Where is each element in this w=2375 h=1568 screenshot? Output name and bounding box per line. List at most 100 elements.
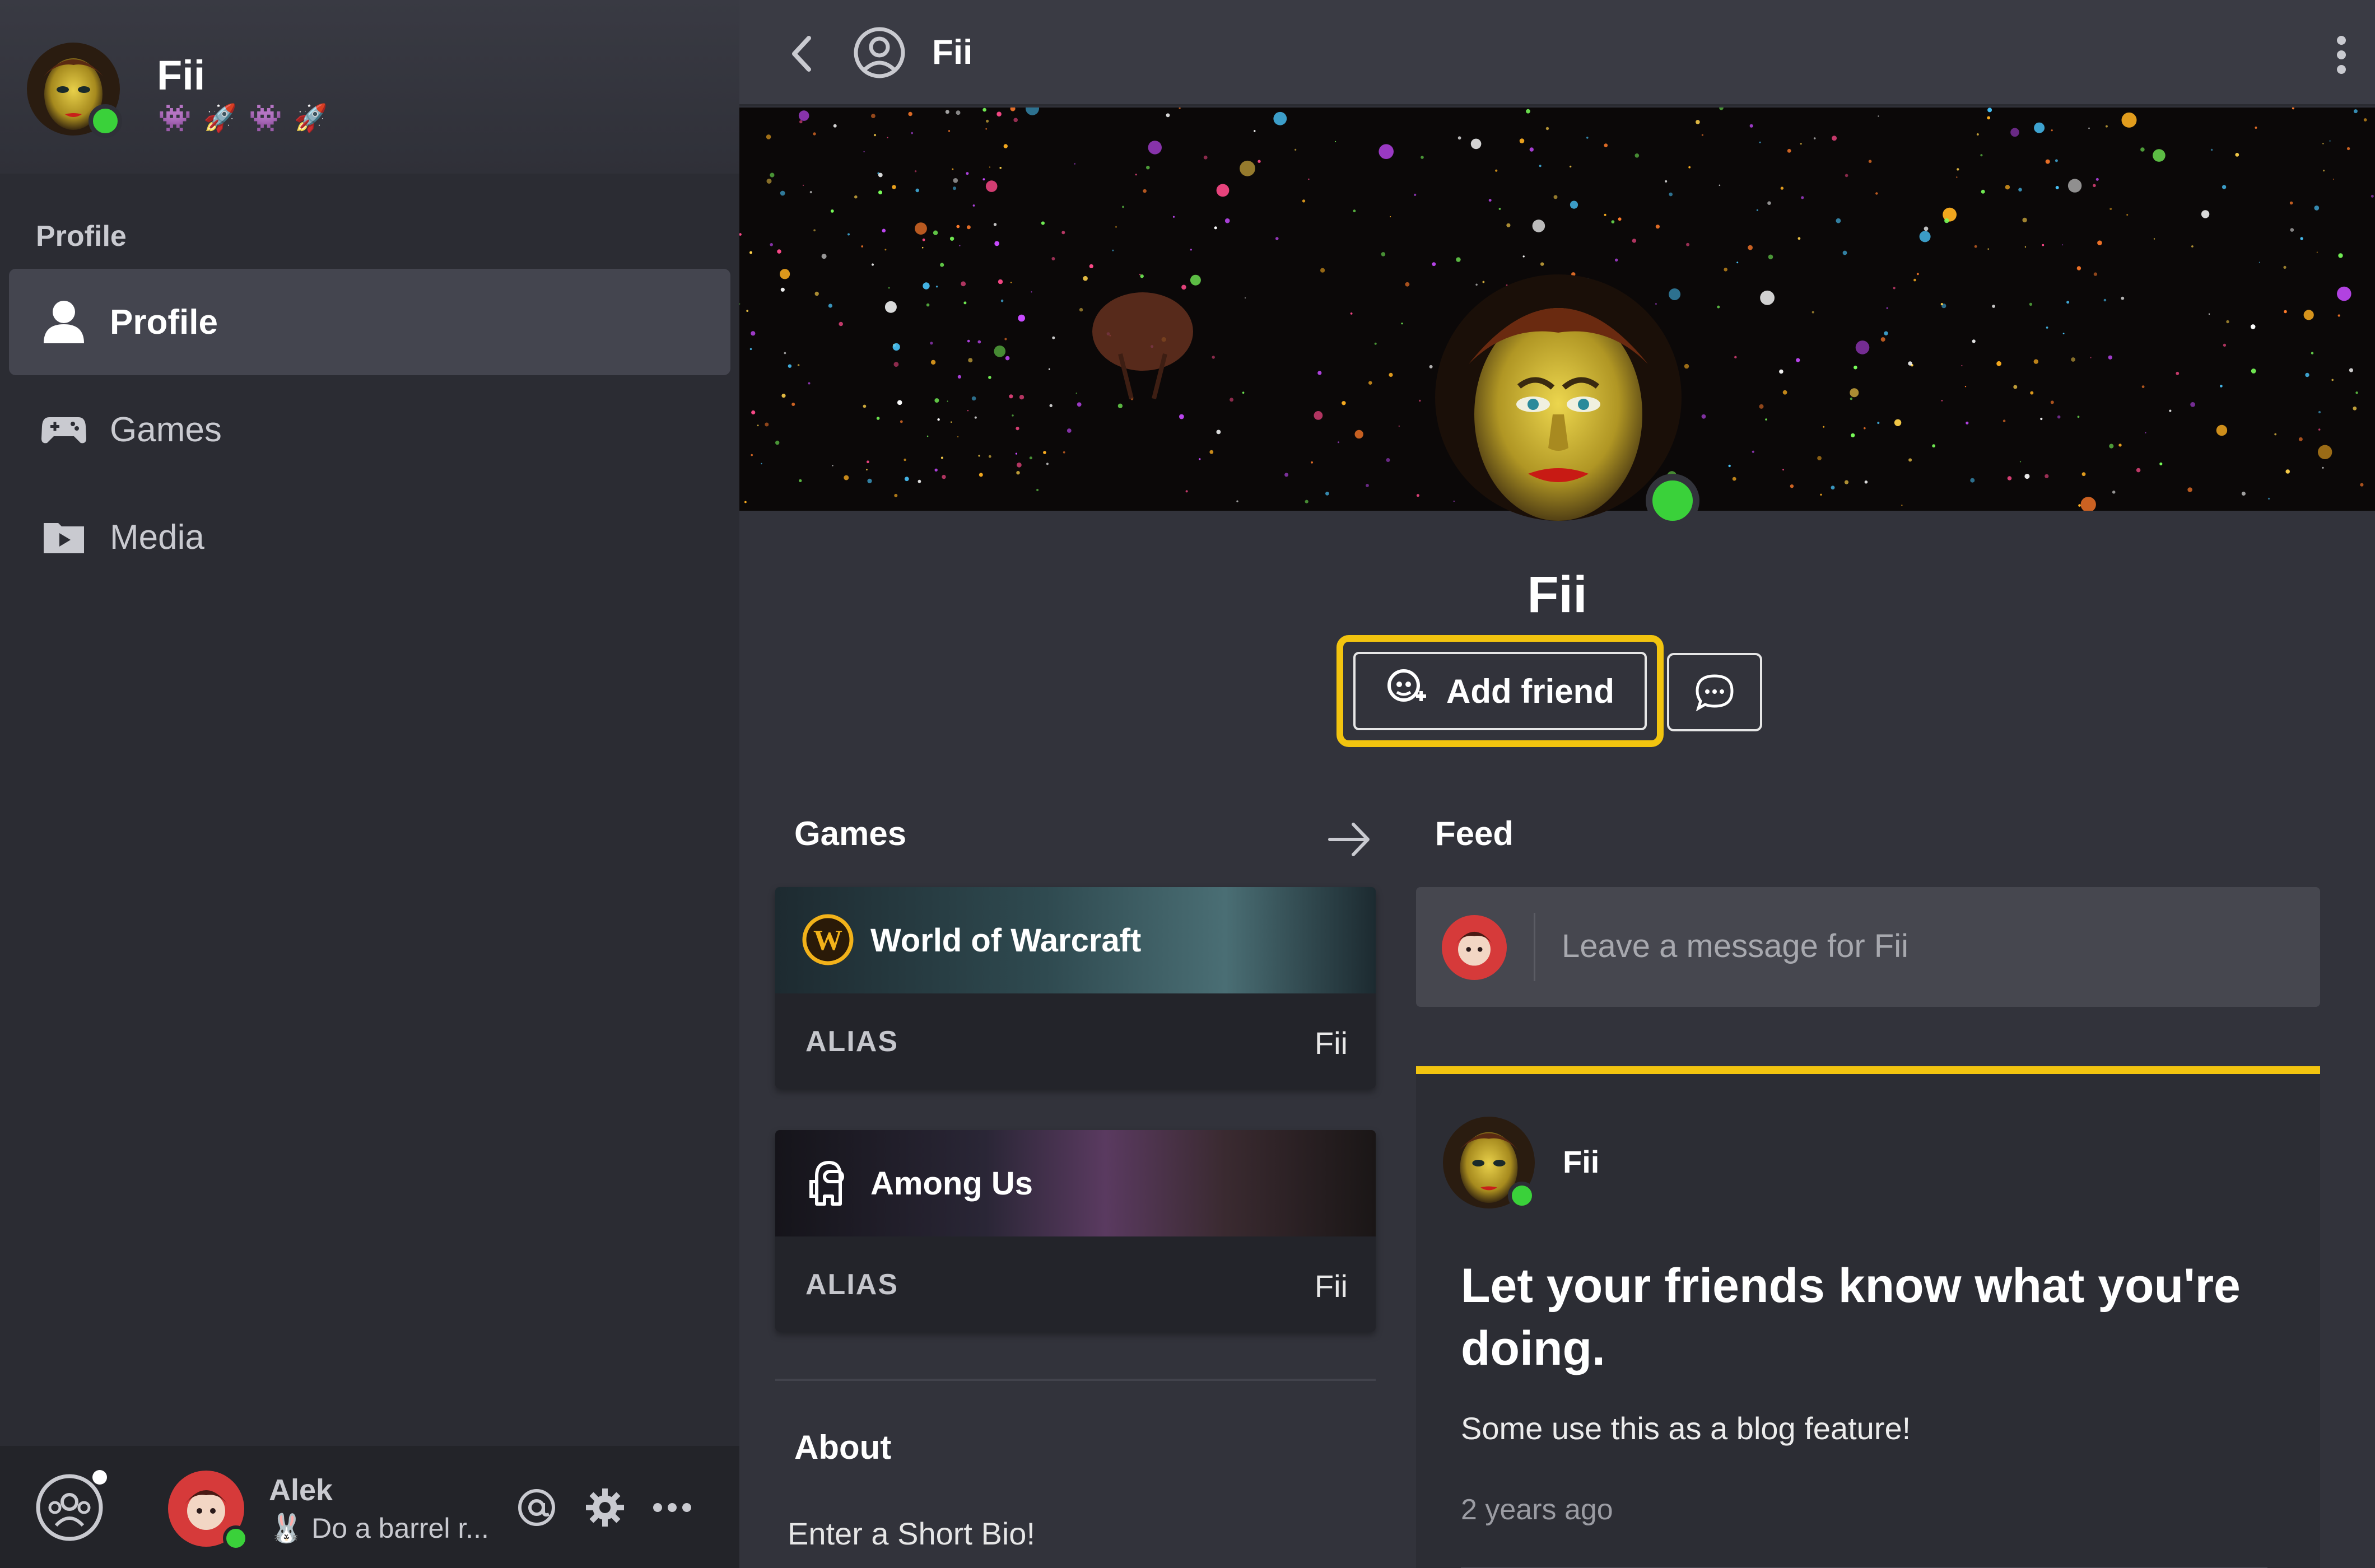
banner-star [986,119,989,123]
banner-star [861,245,864,248]
banner-star [918,479,921,483]
current-user-avatar[interactable] [168,1471,249,1551]
banner-star [989,166,991,168]
banner-star [2226,320,2229,324]
more-options-icon[interactable] [645,1481,699,1534]
banner-star [1052,336,1055,339]
about-section-title: About [794,1429,892,1466]
banner-star [2112,491,2116,494]
sidebar-item-media[interactable]: Media [9,484,730,590]
sidebar-item-games[interactable]: Games [9,376,730,483]
banner-star [1390,216,1391,217]
banner-star [1185,490,1188,493]
post-title: Let your friends know what you're doing. [1461,1259,2241,1375]
banner-star [2078,504,2081,507]
feed-post: Fii Let your friends know what you're do… [1416,1066,2320,1568]
page-title: Fii [932,33,973,72]
banner-star [1275,237,1279,240]
banner-star [915,188,919,193]
banner-star [814,291,819,296]
banner-star [985,128,988,130]
banner-star [2316,251,2318,253]
banner-star [1495,169,1498,172]
gear-icon[interactable] [578,1481,632,1534]
banner-star [1908,361,1912,366]
feed-message-input[interactable]: Leave a message for Fii [1416,887,2320,1007]
banner-star [2003,419,2006,422]
mentions-icon[interactable] [510,1481,564,1534]
banner-star [1063,451,1065,454]
banner-star [1401,323,1403,325]
banner-star [1051,257,1055,260]
banner-star [1061,231,1065,235]
add-friend-icon [1386,668,1427,715]
sidebar-section-label: Profile [36,220,127,253]
banner-star [977,340,981,344]
online-status-dot [223,1525,249,1551]
banner-star [1245,297,1246,298]
banner-star [952,186,957,190]
banner-star [884,249,887,251]
banner-star [1893,287,1896,290]
banner-star [828,304,832,308]
banner-star [1143,189,1147,193]
back-arrow-icon[interactable] [776,27,830,81]
banner-star [813,132,816,136]
banner-star [1488,199,1492,202]
sidebar-user-status-icons: 👾 🚀 👾 🚀 [158,104,330,133]
banner-star [766,134,771,139]
banner-star [2097,240,2102,245]
banner-star [1048,368,1050,370]
banner-star [2109,208,2112,210]
game-card-world-of-warcraft[interactable]: W World of Warcraft ALIAS Fii [775,887,1376,1089]
banner-star [967,410,969,412]
banner-star [770,172,775,178]
banner-star [937,418,940,421]
banner-star [1980,154,1983,157]
banner-star [2208,313,2210,315]
post-author-avatar[interactable] [1443,1117,1536,1210]
banner-star [1916,273,1919,276]
banner-star [2222,185,2227,189]
banner-star [1732,477,1736,481]
banner-star [2081,472,2086,477]
banner-star [2323,170,2325,172]
banner-star [797,364,800,366]
message-button[interactable] [1667,653,1762,731]
wow-logo-icon: W [800,912,856,968]
banner-star [1782,390,1787,395]
svg-text:W: W [813,925,842,956]
banner-star [1179,414,1184,419]
sidebar: Fii 👾 🚀 👾 🚀 Profile Profile Games Media [0,0,739,1568]
add-friend-button[interactable]: Add friend [1353,652,1647,730]
banner-star [1748,245,1753,250]
friends-group-icon[interactable] [35,1469,108,1542]
banner-star [1987,248,1990,250]
banner-star [2338,253,2343,258]
banner-star [1532,220,1545,232]
banner-star [1539,165,1542,167]
banner-star [1688,166,1691,169]
banner-star [788,364,792,368]
sidebar-item-profile[interactable]: Profile [9,269,730,375]
add-friend-label: Add friend [1446,672,1614,710]
arrow-right-icon[interactable] [1324,814,1375,865]
banner-star [952,168,954,170]
banner-star [2318,428,2321,431]
banner-star [1190,274,1201,286]
banner-star [2095,178,2099,181]
sidebar-user-avatar[interactable] [27,43,122,138]
banner-star [813,229,816,232]
sidebar-item-label: Media [110,517,204,557]
banner-star [1634,153,1640,158]
banner-star [951,421,952,423]
banner-star [1308,178,1310,180]
banner-star [1046,463,1049,465]
game-card-among-us[interactable]: Among Us ALIAS Fii [775,1130,1376,1332]
banner-star [1522,255,1525,258]
banner-star [2045,474,2049,478]
banner-star [2363,118,2367,122]
kebab-menu-icon[interactable] [2325,28,2358,82]
banner-star [1941,400,1943,402]
banner-star [1015,452,1017,455]
